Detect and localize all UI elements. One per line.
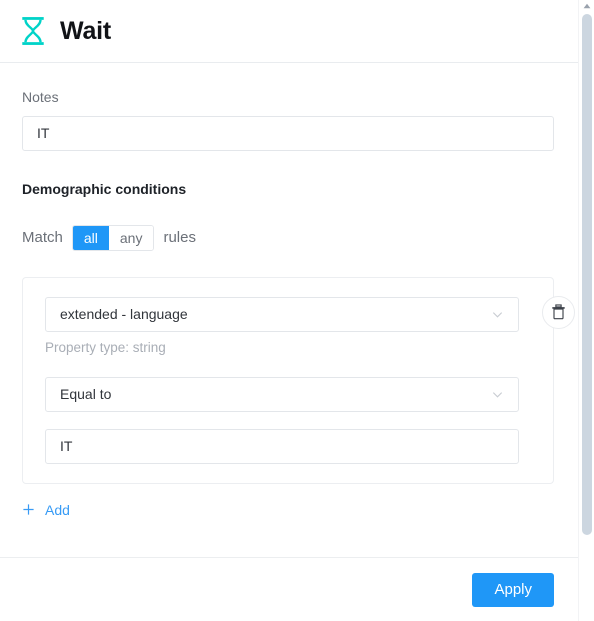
delete-rule-button[interactable] (542, 295, 575, 329)
page-title: Wait (60, 16, 112, 45)
notes-input[interactable] (22, 115, 554, 151)
rule-value-input[interactable] (45, 428, 519, 464)
chevron-down-icon (492, 312, 503, 318)
notes-label: Notes (22, 89, 59, 105)
caret-down-icon (583, 612, 591, 618)
chevron-down-icon (492, 392, 503, 398)
add-condition-label: Add (45, 501, 70, 518)
hourglass-icon (22, 17, 44, 45)
scroll-up-button[interactable] (579, 0, 594, 12)
property-type-helper: Property type: string (45, 339, 166, 355)
wait-step-panel: Wait Notes Demographic conditions Match … (0, 0, 578, 621)
apply-button[interactable]: Apply (472, 572, 554, 607)
match-suffix-label: rules (163, 229, 196, 247)
property-select-value: extended - language (60, 306, 188, 323)
plus-icon (23, 504, 34, 515)
property-select[interactable]: extended - language (45, 296, 519, 332)
scroll-down-button[interactable] (579, 609, 594, 621)
add-condition-link[interactable]: Add (22, 502, 70, 518)
trash-icon (552, 304, 565, 320)
panel-body: Notes Demographic conditions Match all a… (0, 63, 578, 557)
caret-up-icon (583, 3, 591, 9)
scroll-thumb[interactable] (582, 14, 592, 535)
condition-rule-card: extended - language Property type: strin… (22, 276, 575, 484)
match-toggle-any[interactable]: any (108, 225, 154, 250)
match-rules-row: Match all any rules (22, 224, 556, 251)
vertical-scrollbar[interactable] (578, 0, 594, 621)
match-toggle-group: all any (71, 224, 155, 251)
match-prefix-label: Match (22, 229, 63, 247)
operator-select-value: Equal to (60, 386, 112, 403)
operator-select[interactable]: Equal to (45, 376, 519, 412)
panel-footer: Apply (0, 557, 578, 621)
demographic-conditions-heading: Demographic conditions (22, 180, 187, 197)
match-toggle-all[interactable]: all (72, 225, 109, 250)
panel-header: Wait (0, 0, 578, 63)
